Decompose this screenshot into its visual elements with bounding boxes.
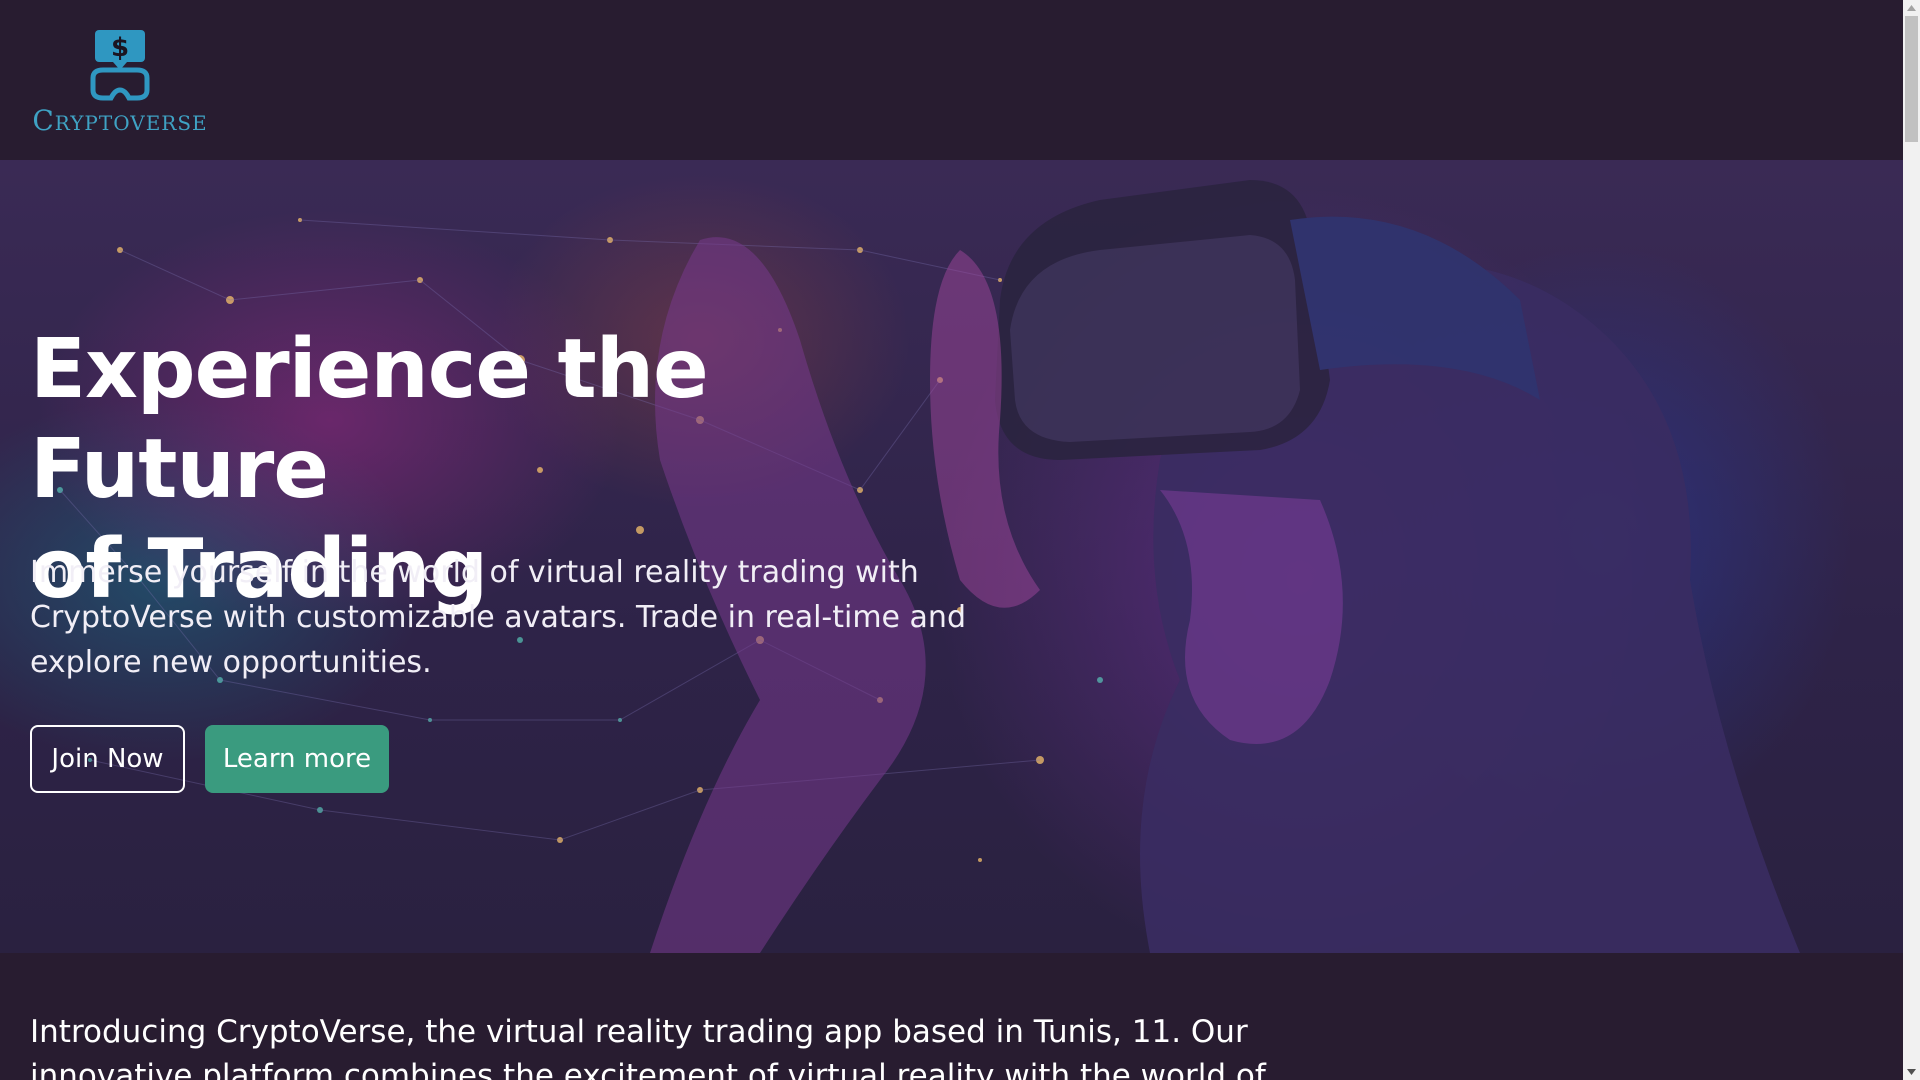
hero-subtitle: Immerse yourself in the world of virtual… — [30, 555, 966, 680]
scroll-down-icon[interactable] — [1903, 1064, 1920, 1080]
intro-paragraph: Introducing CryptoVerse, the virtual rea… — [30, 1014, 1266, 1080]
cryptoverse-logo[interactable]: $ CRYPTOVERSE — [30, 28, 210, 138]
vertical-scrollbar[interactable] — [1903, 0, 1920, 1080]
svg-text:$: $ — [111, 33, 129, 63]
vr-headset-dollar-icon: $ — [90, 30, 150, 101]
hero-title-line-1: Experience the Future — [30, 322, 709, 517]
scrollbar-thumb[interactable] — [1905, 16, 1918, 142]
learn-more-button[interactable]: Learn more — [205, 725, 389, 793]
brand-wordmark: CRYPTOVERSE — [32, 104, 208, 137]
scroll-up-icon[interactable] — [1903, 0, 1920, 16]
join-now-button[interactable]: Join Now — [30, 725, 185, 793]
site-header: $ CRYPTOVERSE — [0, 0, 1903, 160]
page: $ CRYPTOVERSE Experience the Future of T… — [0, 0, 1903, 1080]
browser-viewport: $ CRYPTOVERSE Experience the Future of T… — [0, 0, 1920, 1080]
hero-section: Experience the Future of Trading Immerse… — [0, 160, 1903, 953]
